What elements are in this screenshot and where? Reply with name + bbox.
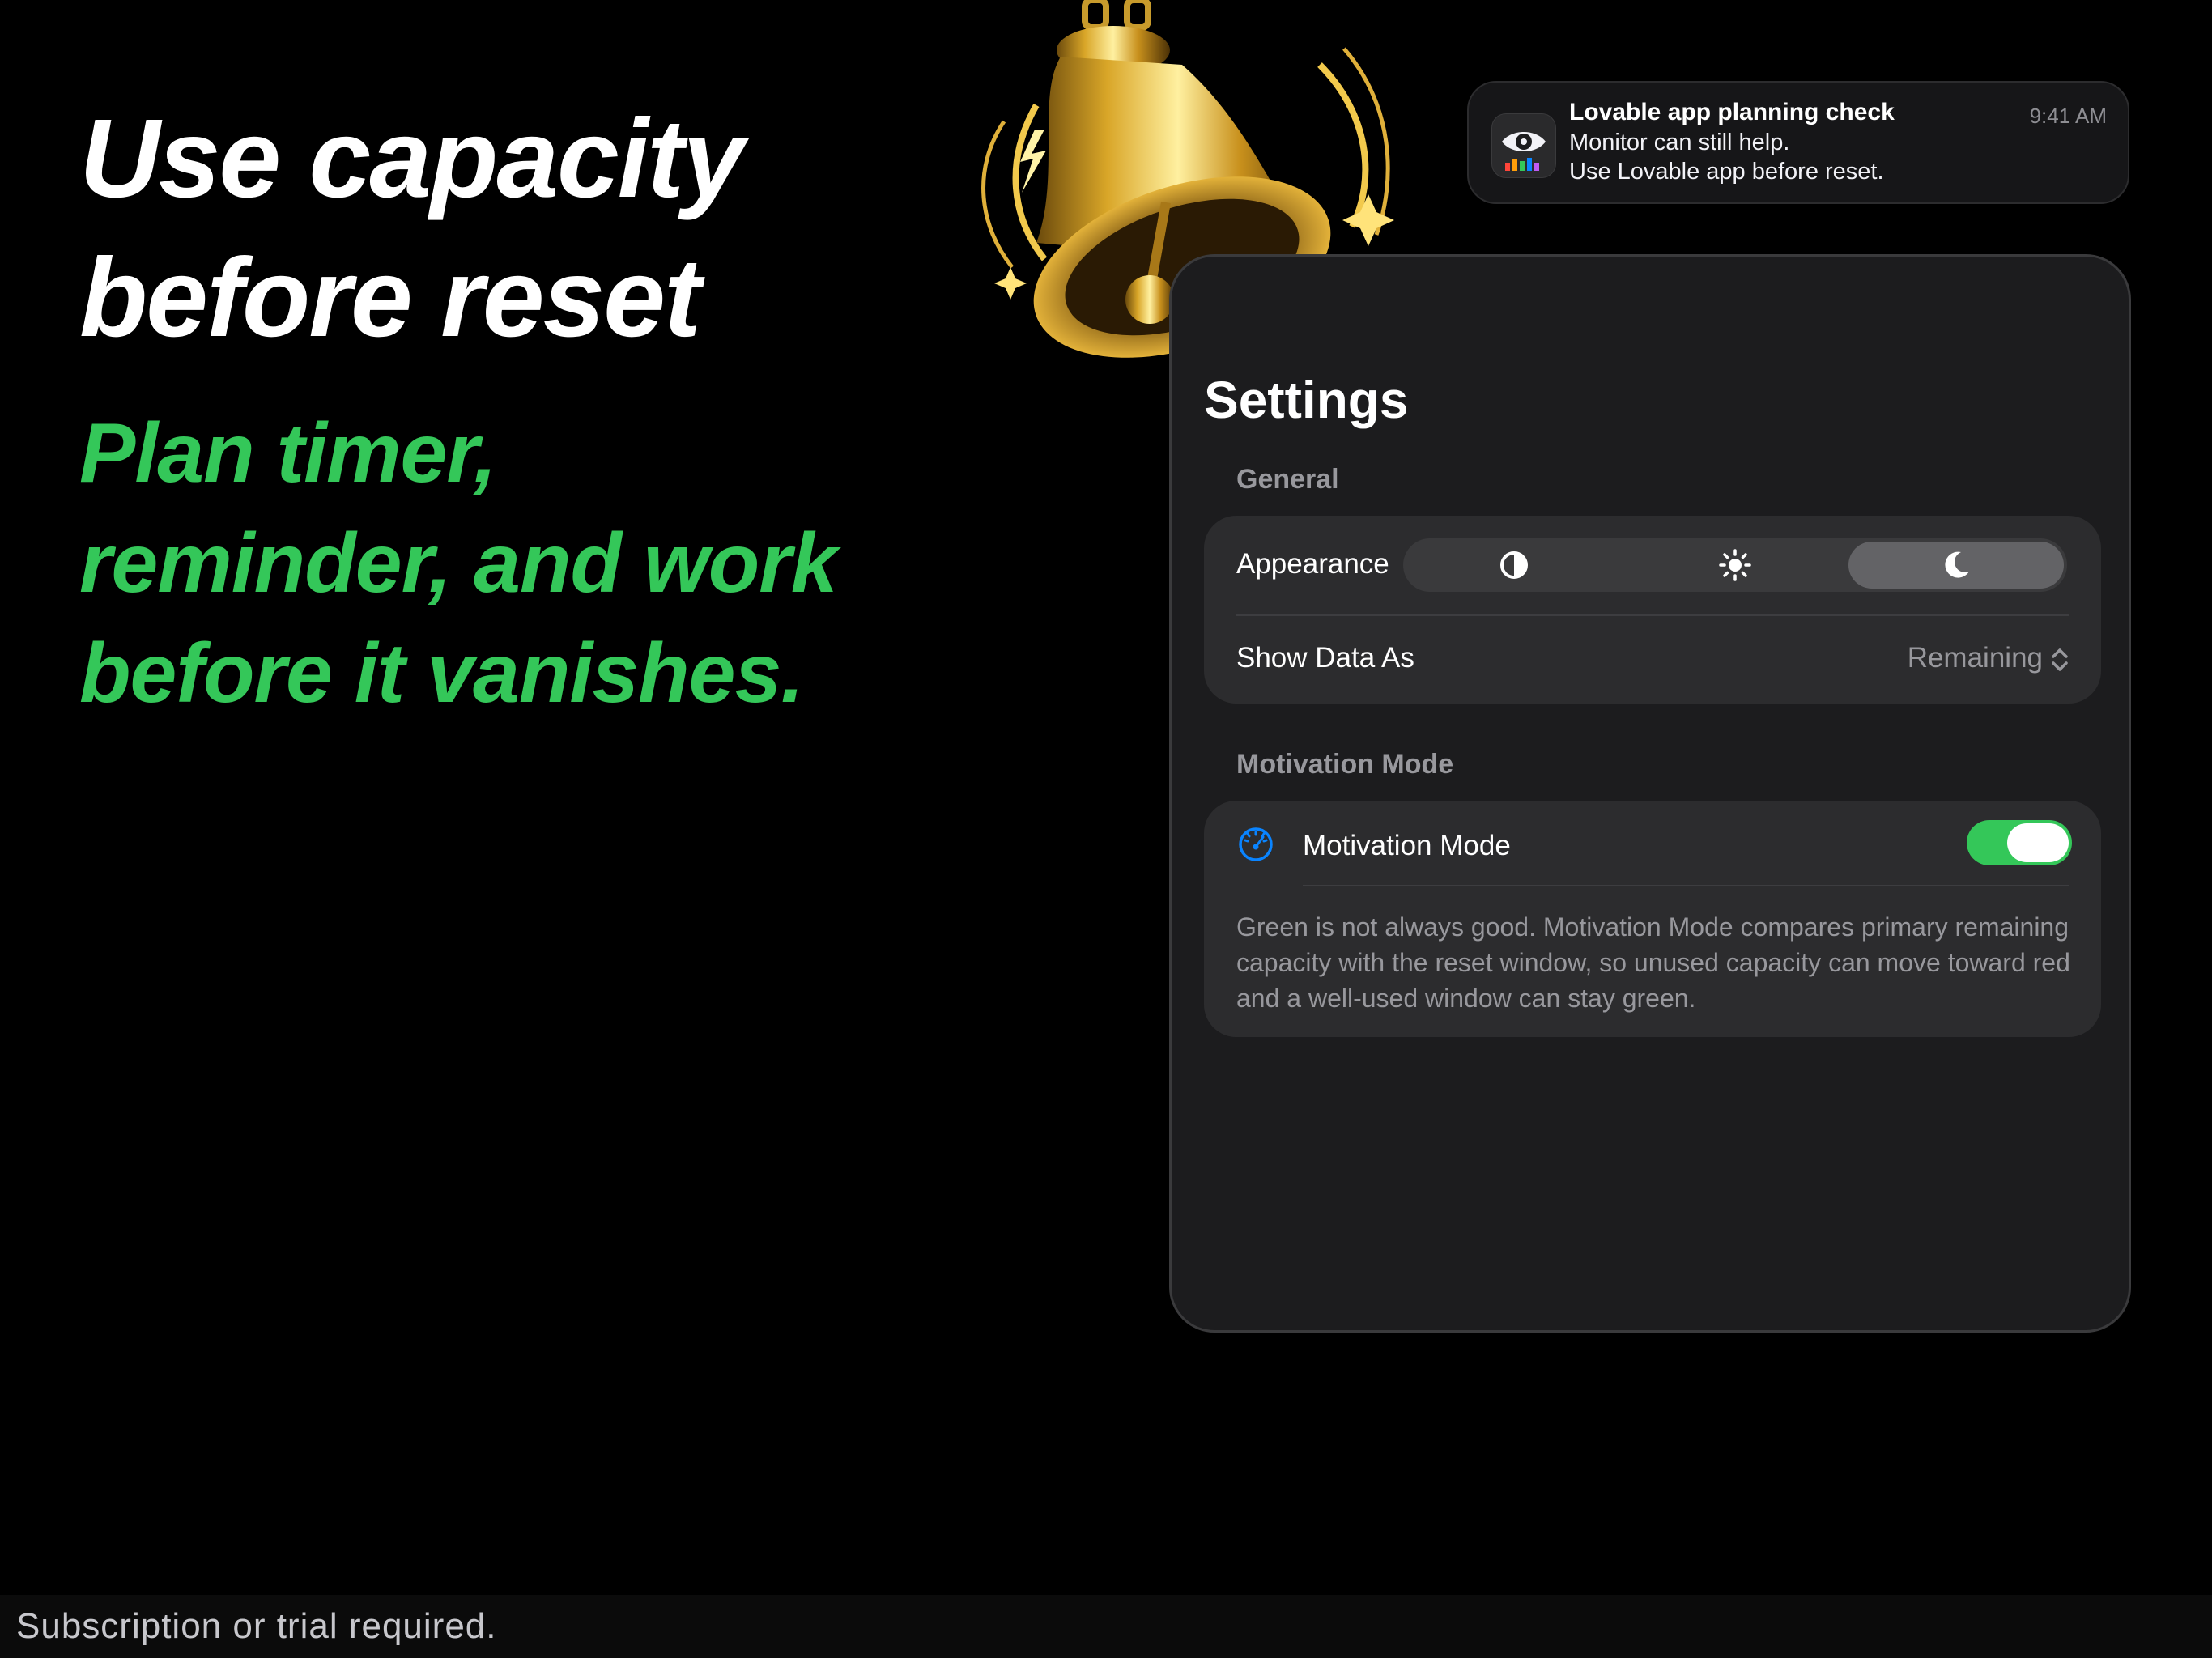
motivation-mode-label: Motivation Mode	[1303, 830, 1511, 861]
motivation-section-header: Motivation Mode	[1236, 749, 1454, 780]
footer-bar: Subscription or trial required.	[0, 1595, 2212, 1658]
show-data-label: Show Data As	[1236, 642, 1414, 674]
appearance-segmented-control[interactable]	[1403, 538, 2067, 592]
gauge-icon	[1239, 827, 1273, 861]
motivation-mode-toggle[interactable]	[1967, 820, 2072, 865]
motivation-description: Green is not always good. Motivation Mod…	[1236, 912, 2070, 1013]
appearance-option-auto[interactable]	[1406, 542, 1622, 589]
notification-line-1: Monitor can still help.	[1569, 130, 1790, 155]
motivation-group: Motivation Mode Green is not always good…	[1204, 801, 2101, 1037]
sun-icon	[1719, 549, 1751, 581]
general-group: Appearance Show Data As Remaining	[1204, 516, 2101, 704]
appearance-label: Appearance	[1236, 548, 1389, 580]
settings-panel: Settings General Appearance Show Data As…	[1169, 254, 2131, 1333]
chevron-up-down-icon[interactable]	[2049, 645, 2070, 674]
subheadline-line-2: reminder, and work	[79, 517, 838, 610]
toggle-knob	[2007, 823, 2069, 862]
appearance-option-dark[interactable]	[1848, 542, 2064, 589]
subheadline-line-3: before it vanishes.	[79, 627, 804, 721]
notification-banner[interactable]: Lovable app planning check Monitor can s…	[1467, 81, 2129, 204]
settings-title: Settings	[1204, 371, 1409, 429]
auto-contrast-icon	[1500, 551, 1528, 579]
motivation-divider	[1303, 885, 2069, 886]
headline: Use capacity before reset	[79, 89, 745, 368]
show-data-value[interactable]: Remaining	[1908, 642, 2043, 674]
headline-line-2: before reset	[79, 236, 701, 360]
general-divider	[1236, 614, 2069, 616]
subheadline: Plan timer, reminder, and work before it…	[79, 398, 838, 729]
eye-icon	[1491, 113, 1556, 178]
headline-line-1: Use capacity	[79, 96, 745, 221]
subscription-note: Subscription or trial required.	[16, 1606, 497, 1646]
notification-title: Lovable app planning check	[1569, 99, 1895, 125]
general-section-header: General	[1236, 464, 1339, 495]
appearance-option-light[interactable]	[1627, 542, 1843, 589]
notification-line-2: Use Lovable app before reset.	[1569, 159, 1884, 185]
subheadline-line-1: Plan timer,	[79, 406, 497, 500]
notification-time: 9:41 AM	[2029, 104, 2107, 128]
moon-icon	[1945, 551, 1969, 578]
